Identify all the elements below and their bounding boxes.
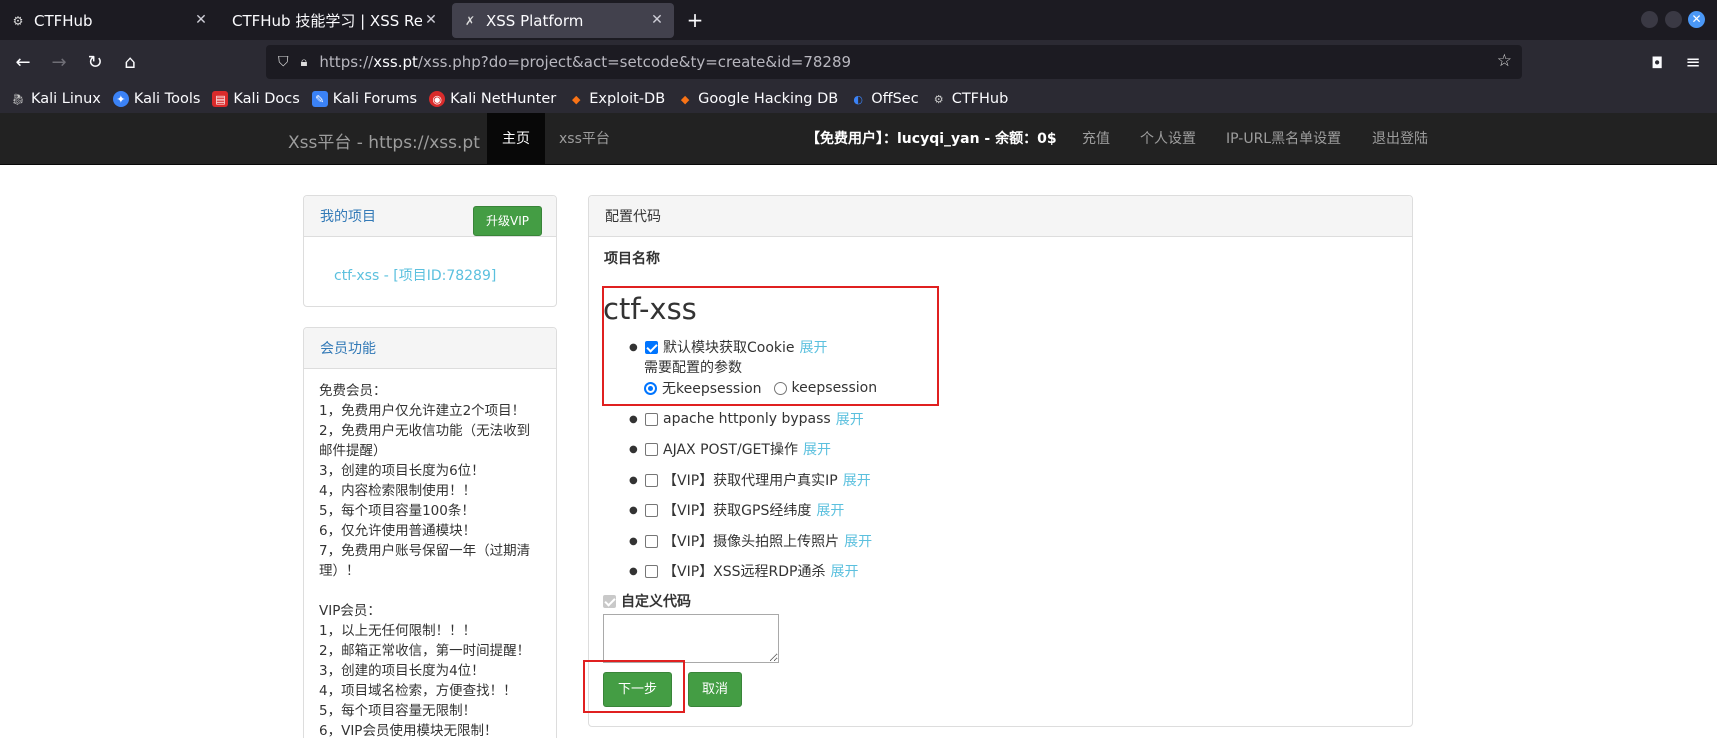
browser-nav-bar: ← → ↻ ⌂ ⛉ 🔒︎ https://xss.pt/xss.php?do=p… (0, 40, 1717, 85)
nav-ip-url-blacklist[interactable]: IP-URL黑名单设置 (1211, 113, 1356, 165)
nav-xss-platform[interactable]: xss平台 (544, 113, 625, 165)
site-navbar: Xss平台 - https://xss.pt 主页 xss平台 【免费用户】：l… (0, 113, 1717, 165)
site-brand[interactable]: Xss平台 - https://xss.pt (288, 128, 480, 153)
reload-icon[interactable]: ↻ (82, 50, 108, 76)
back-icon[interactable]: ← (10, 50, 36, 76)
expand-link[interactable]: 展开 (816, 500, 844, 520)
kali-docs-icon: ▤ (212, 91, 229, 107)
expand-link[interactable]: 展开 (836, 409, 864, 429)
member-features-text: 免费会员： 1，免费用户仅允许建立2个项目！ 2，免费用户无收信功能（无法收到 … (319, 383, 531, 738)
nav-logout[interactable]: 退出登陆 (1357, 113, 1443, 165)
module-httponly-bypass: ● apache httponly bypass 展开 (629, 409, 864, 429)
module-checkbox[interactable] (645, 442, 658, 456)
kali-tools-icon: ✦ (112, 91, 129, 107)
ctfhub-icon: ⚙ (933, 92, 944, 106)
tab-ctfhub-xss[interactable]: CTFHub 技能学习 | XSS Refle ✕ (222, 3, 448, 38)
exploit-db-icon: ◆ (572, 92, 581, 106)
browser-tab-bar: ⚙ CTFHub ✕ CTFHub 技能学习 | XSS Refle ✕ ✗ X… (0, 0, 1717, 40)
custom-code-row: 自定义代码 (603, 591, 691, 611)
custom-code-checkbox[interactable] (603, 594, 616, 608)
shield-icon[interactable]: ⛉ (278, 54, 289, 70)
ctfhub-icon: ⚙ (12, 13, 24, 28)
bookmark-kali-tools[interactable]: ✦ Kali Tools (112, 91, 200, 107)
member-features-panel: 会员功能 免费会员： 1，免费用户仅允许建立2个项目！ 2，免费用户无收信功能（… (303, 327, 557, 738)
nav-home[interactable]: 主页 (487, 113, 545, 165)
expand-link[interactable]: 展开 (844, 531, 872, 551)
pocket-icon[interactable]: ◘ (1644, 50, 1670, 76)
url-bar[interactable]: ⛉ 🔒︎ https://xss.pt/xss.php?do=project&a… (266, 45, 1522, 79)
bookmark-offsec[interactable]: ◐ OffSec (850, 91, 918, 107)
forward-icon[interactable]: → (46, 50, 72, 76)
nav-personal-settings[interactable]: 个人设置 (1125, 113, 1211, 165)
highlight-box-project (602, 286, 939, 406)
bookmark-google-hacking-db[interactable]: ◆ Google Hacking DB (677, 91, 838, 107)
user-info: 【免费用户】：lucyqi_yan - 余额：0$ (806, 131, 1057, 147)
window-close-icon[interactable]: ✕ (1688, 11, 1705, 28)
bookmark-kali-forums[interactable]: ✎ Kali Forums (311, 91, 417, 107)
module-real-ip: ● 【VIP】获取代理用户真实IP 展开 (629, 470, 871, 490)
bookmark-kali-linux[interactable]: 🐉︎ Kali Linux (10, 91, 101, 107)
close-icon[interactable]: ✕ (648, 11, 666, 29)
config-code-title: 配置代码 (589, 196, 1412, 237)
kali-nethunter-icon: ◉ (429, 91, 446, 107)
custom-code-textarea[interactable] (603, 614, 779, 663)
bookmark-ctfhub[interactable]: ⚙ CTFHub (931, 91, 1009, 107)
expand-link[interactable]: 展开 (830, 561, 858, 581)
offsec-icon: ◐ (853, 92, 863, 106)
kali-forums-icon: ✎ (311, 91, 328, 107)
tab-ctfhub[interactable]: ⚙ CTFHub ✕ (0, 3, 218, 38)
module-checkbox[interactable] (645, 473, 658, 487)
bookmark-kali-nethunter[interactable]: ◉ Kali NetHunter (429, 91, 556, 107)
url-text[interactable]: https://xss.pt/xss.php?do=project&act=se… (319, 53, 851, 71)
module-checkbox[interactable] (645, 503, 658, 517)
member-features-title: 会员功能 (304, 328, 556, 369)
home-icon[interactable]: ⌂ (117, 50, 143, 76)
module-gps: ● 【VIP】获取GPS经纬度 展开 (629, 500, 844, 520)
module-rdp: ● 【VIP】XSS远程RDP通杀 展开 (629, 561, 858, 581)
close-icon[interactable]: ✕ (422, 11, 440, 29)
close-icon[interactable]: ✕ (192, 11, 210, 29)
menu-icon[interactable]: ≡ (1680, 50, 1706, 76)
ghdb-icon: ◆ (680, 92, 690, 106)
highlight-box-next (583, 660, 685, 713)
module-checkbox[interactable] (645, 534, 658, 548)
bookmark-exploit-db[interactable]: ◆ Exploit-DB (568, 91, 665, 107)
kali-dragon-icon: 🐉︎ (11, 92, 25, 106)
lock-icon[interactable]: 🔒︎ (301, 55, 308, 70)
maximize-icon[interactable] (1665, 11, 1682, 28)
xss-icon: ✗ (464, 13, 476, 28)
module-checkbox[interactable] (645, 412, 658, 426)
bookmark-kali-docs[interactable]: ▤ Kali Docs (212, 91, 300, 107)
tab-xss-platform[interactable]: ✗ XSS Platform ✕ (452, 3, 674, 38)
expand-link[interactable]: 展开 (843, 470, 871, 490)
cancel-button[interactable]: 取消 (688, 672, 742, 707)
project-link[interactable]: ctf-xss - [项目ID:78289] (334, 265, 496, 285)
module-camera: ● 【VIP】摄像头拍照上传照片 展开 (629, 531, 872, 551)
nav-recharge[interactable]: 充值 (1067, 113, 1125, 165)
upgrade-vip-button[interactable]: 升级VIP (473, 206, 542, 236)
module-ajax: ● AJAX POST/GET操作 展开 (629, 439, 831, 459)
project-name-label: 项目名称 (604, 251, 660, 267)
module-checkbox[interactable] (645, 564, 658, 578)
bookmark-star-icon[interactable]: ☆ (1497, 51, 1512, 71)
new-tab-icon[interactable]: + (684, 9, 706, 31)
my-projects-panel: 我的项目 升级VIP ctf-xss - [项目ID:78289] (303, 195, 557, 307)
minimize-icon[interactable] (1641, 11, 1658, 28)
expand-link[interactable]: 展开 (803, 439, 831, 459)
bookmarks-toolbar: 🐉︎ Kali Linux ✦ Kali Tools ▤ Kali Docs ✎ Kal… (0, 85, 1717, 113)
